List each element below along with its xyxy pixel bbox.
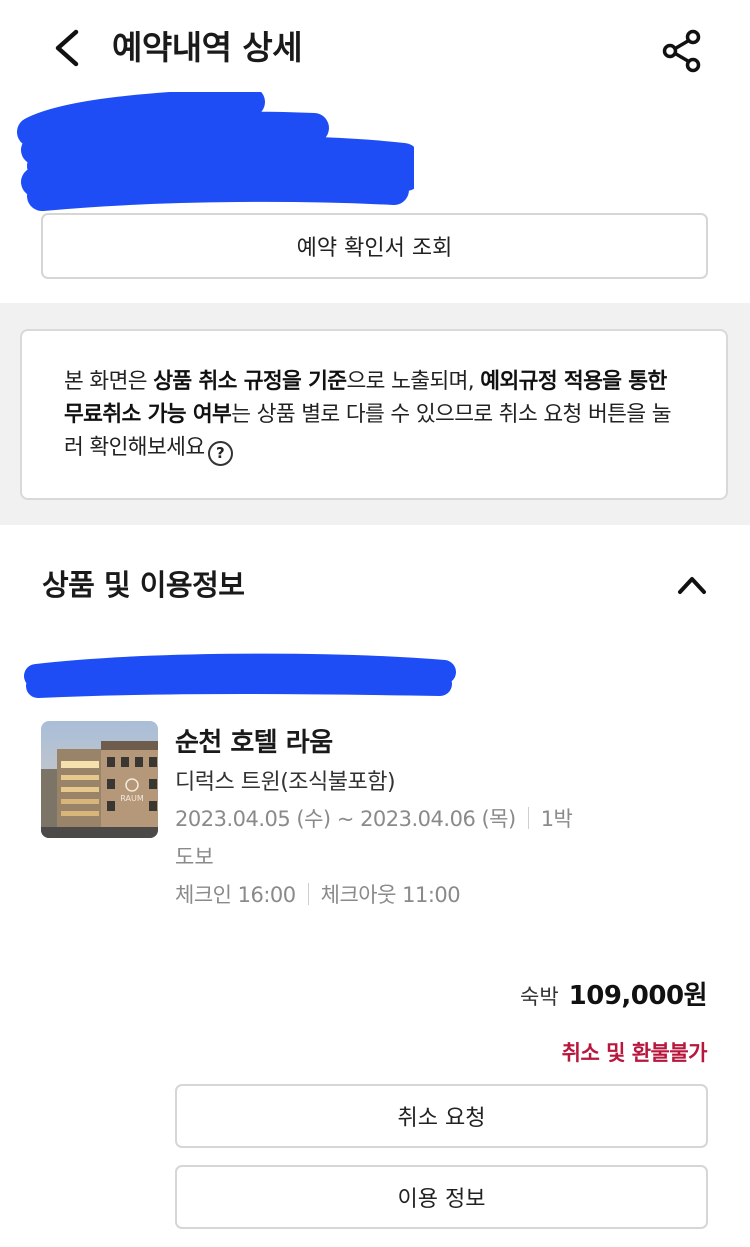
hotel-name[interactable]: 순천 호텔 라움 — [175, 722, 333, 759]
price-label: 숙박 — [520, 985, 559, 1009]
stay-dates: 2023.04.05 (수) ~ 2023.04.06 (목) — [175, 807, 516, 831]
notice-text-1: 본 화면은 — [64, 369, 154, 394]
collapse-button[interactable] — [670, 566, 714, 602]
app-header: 예약내역 상세 — [0, 0, 750, 96]
view-confirmation-button[interactable]: 예약 확인서 조회 — [41, 213, 708, 279]
notice-emphasis-1: 상품 취소 규정을 기준 — [153, 369, 347, 394]
chevron-up-icon — [678, 577, 706, 594]
section-title: 상품 및 이용정보 — [42, 568, 245, 602]
room-type: 디럭스 트윈(조식불포함) — [175, 770, 396, 795]
price-row: 숙박 109,000원 — [520, 975, 707, 1012]
checkin-row: 체크인 16:00 체크아웃 11:00 — [175, 879, 461, 909]
redaction-scribble — [17, 92, 414, 211]
redaction-scribble-2 — [24, 653, 456, 698]
hotel-thumbnail[interactable]: RAUM — [41, 721, 158, 838]
stay-dates-row: 2023.04.05 (수) ~ 2023.04.06 (목) 1박 — [175, 803, 573, 833]
refund-status: 취소 및 환불불가 — [561, 1041, 708, 1065]
price-value: 109,000원 — [568, 981, 708, 1011]
page-title: 예약내역 상세 — [112, 28, 303, 67]
access-type: 도보 — [175, 845, 214, 869]
divider — [527, 807, 529, 829]
checkout-time: 체크아웃 11:00 — [320, 883, 461, 907]
usage-info-button[interactable]: 이용 정보 — [175, 1165, 708, 1229]
notice-text-2: 으로 노출되며, — [346, 369, 481, 394]
hotel-sign: RAUM — [120, 794, 144, 803]
share-icon — [662, 29, 701, 73]
help-icon[interactable]: ? — [207, 441, 233, 466]
back-button[interactable] — [46, 24, 90, 72]
cancel-request-button[interactable]: 취소 요청 — [175, 1084, 708, 1148]
cancellation-notice: 본 화면은 상품 취소 규정을 기준으로 노출되며, 예외규정 적용을 통한 무… — [20, 329, 728, 500]
divider — [307, 883, 309, 905]
share-button[interactable] — [658, 26, 708, 76]
chevron-left-icon — [55, 29, 79, 67]
nights: 1박 — [540, 807, 573, 831]
checkin-time: 체크인 16:00 — [175, 883, 296, 907]
